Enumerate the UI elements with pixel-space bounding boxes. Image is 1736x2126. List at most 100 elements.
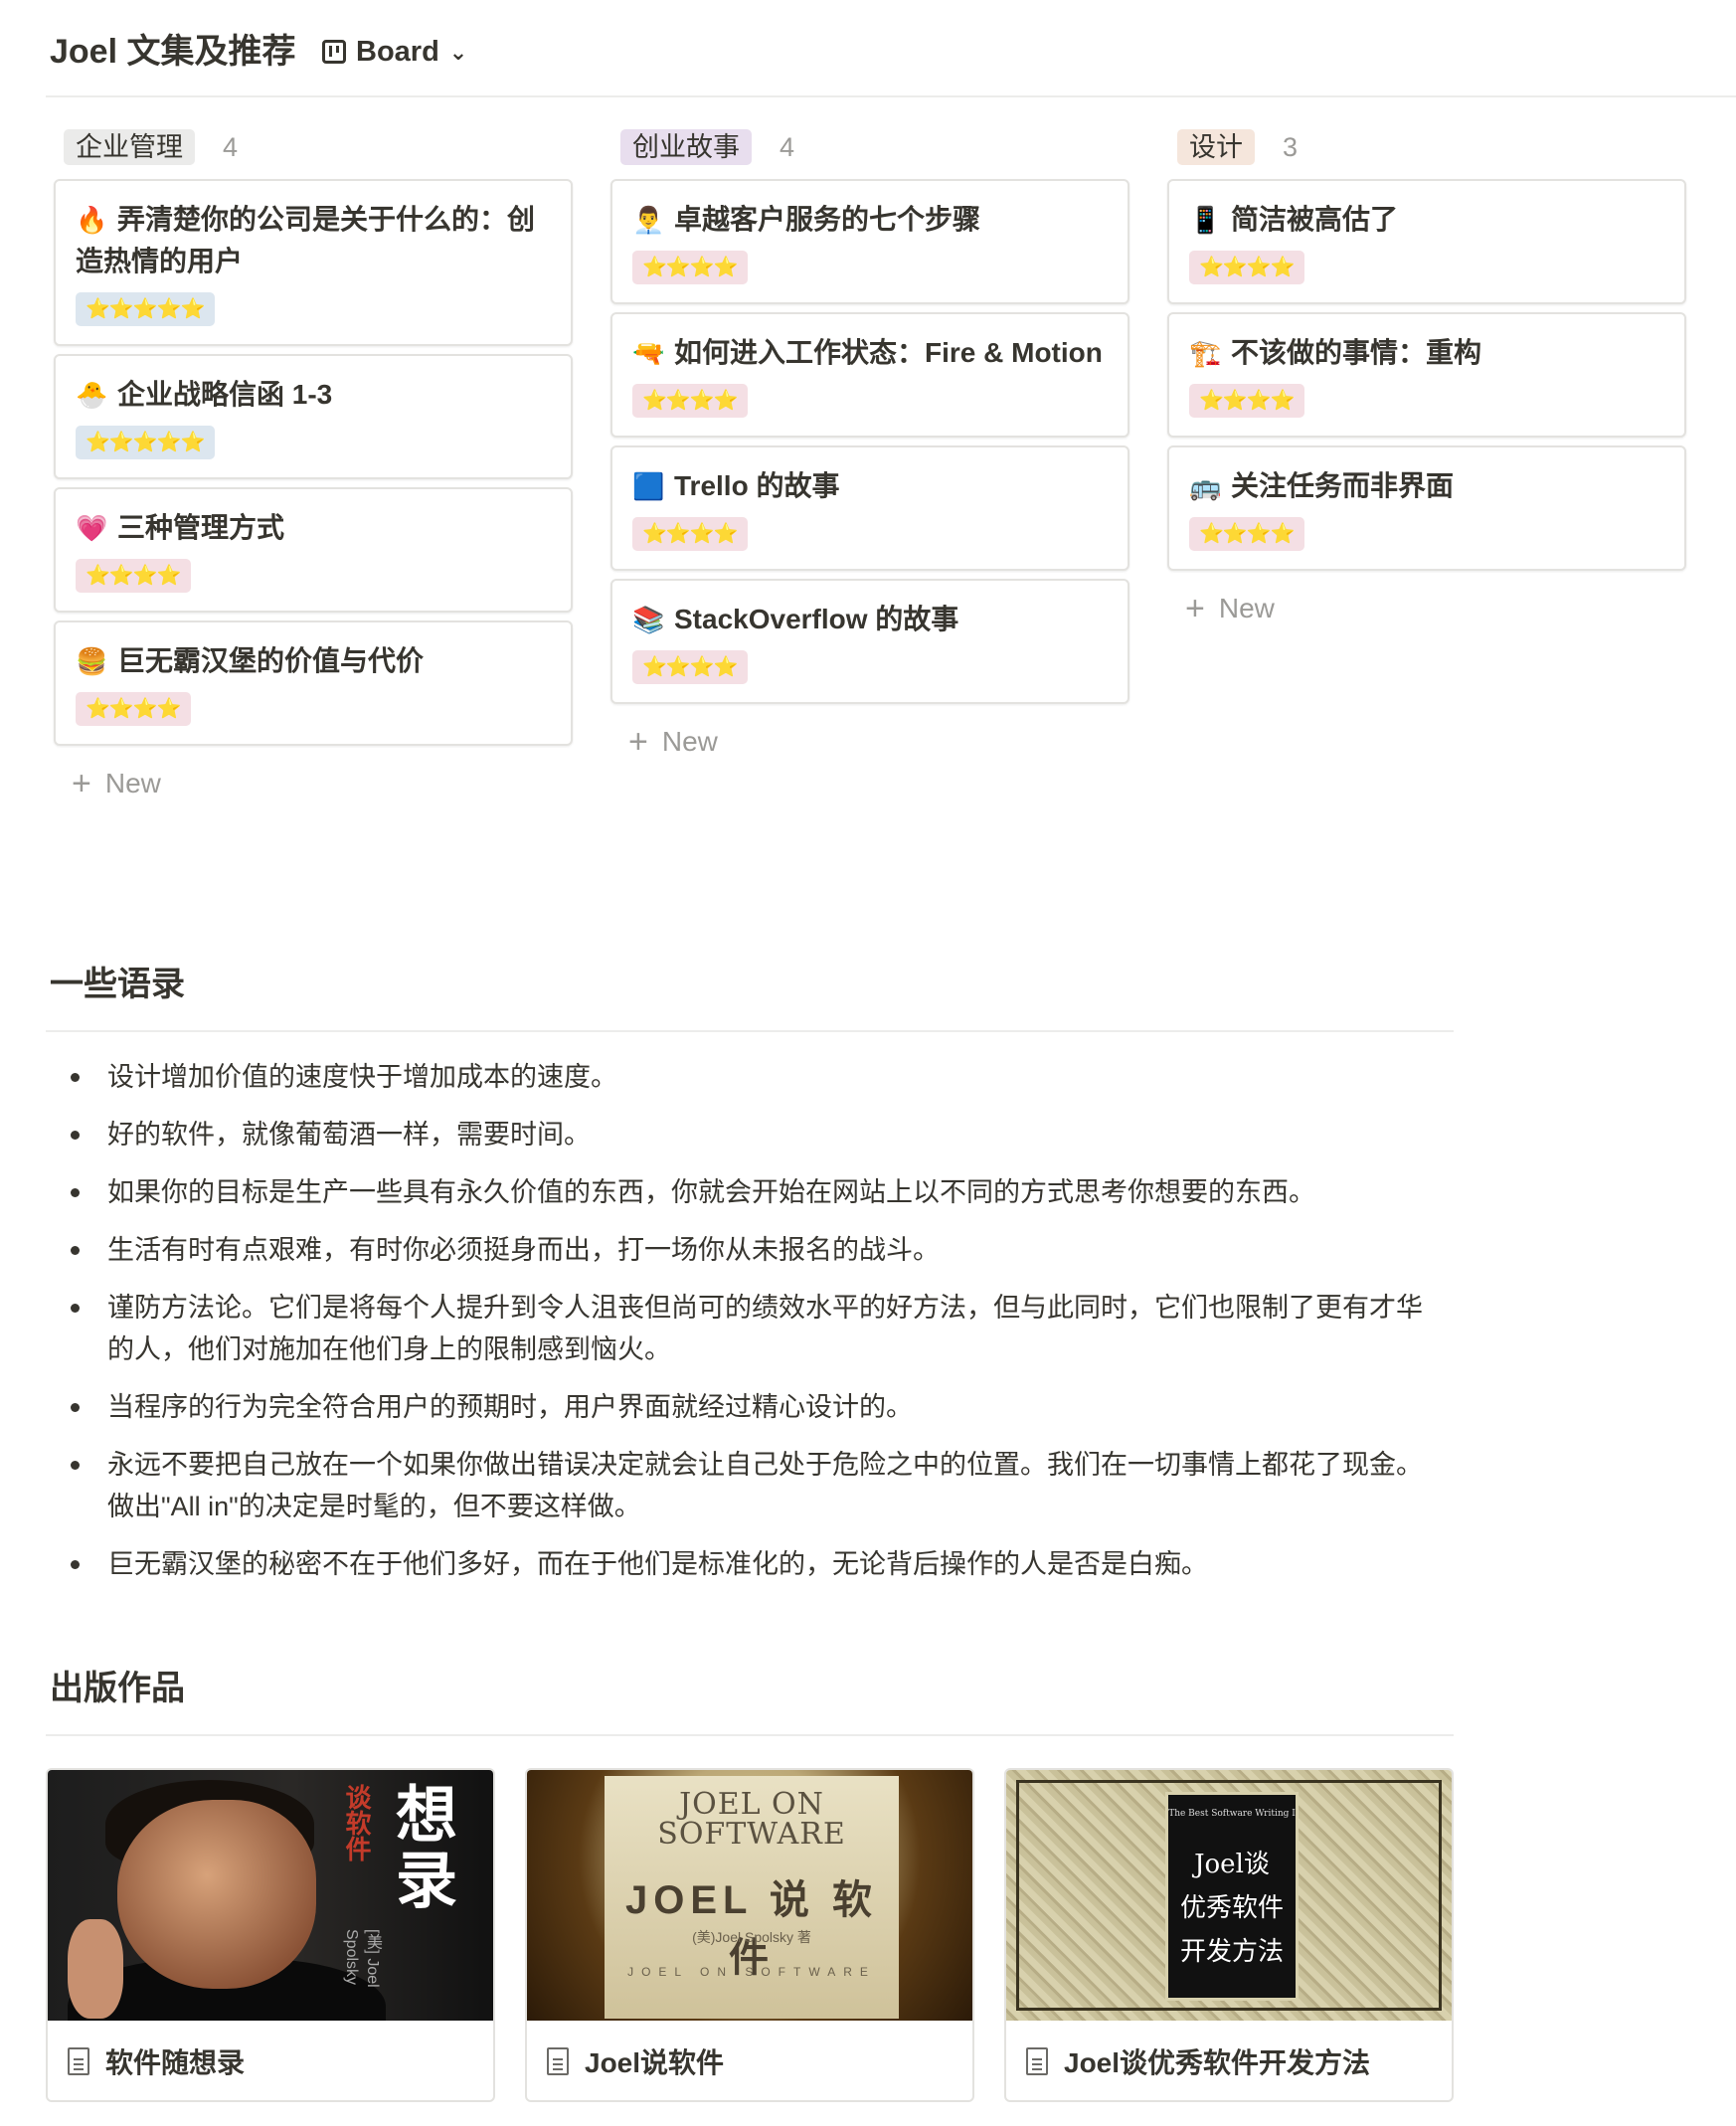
board-card[interactable]: 🐣 企业战略信函 1-3 ⭐⭐⭐⭐⭐: [54, 354, 573, 479]
cover-line-3: 开发方法: [1179, 1937, 1284, 1967]
page-emoji-icon: 🔥: [76, 205, 108, 235]
gallery-card-book-1[interactable]: 想录 谈软件 [美] Joel Spolsky 软件随想录: [46, 1768, 495, 2102]
database-title[interactable]: Joel 文集及推荐: [50, 28, 295, 76]
view-switcher[interactable]: Board ⌄: [322, 30, 467, 74]
page-emoji-icon: 💗: [76, 513, 108, 543]
cover-line-1: Joel谈: [1194, 1850, 1270, 1879]
board-column: 设计 3 📱 简洁被高估了 ⭐⭐⭐⭐ 🏗️ 不该做的事情：重构 ⭐⭐⭐⭐ 🚌 关注任务而非界面 ⭐⭐…: [1167, 127, 1688, 632]
cover-author-text: (美)Joel Spolsky 著: [692, 1929, 811, 1945]
quote-item: 永远不要把自己放在一个如果你做出错误决定就会让自己处于危险之中的位置。我们在一切…: [56, 1444, 1448, 1527]
board-card[interactable]: 📱 简洁被高估了 ⭐⭐⭐⭐: [1167, 179, 1686, 304]
card-title: 💗 三种管理方式: [76, 507, 551, 549]
page-emoji-icon: 🏗️: [1189, 338, 1222, 368]
cover-footer-text: JOEL ON SOFTWARE: [627, 1965, 876, 1979]
page-emoji-icon: 🔫: [632, 338, 665, 368]
quote-item: 设计增加价值的速度快于增加成本的速度。: [56, 1056, 1448, 1098]
board-card[interactable]: 🏗️ 不该做的事情：重构 ⭐⭐⭐⭐: [1167, 312, 1686, 438]
board-column: 创业故事 4 👨‍💼 卓越客户服务的七个步骤 ⭐⭐⭐⭐ 🔫 如何进入工作状态：Fire & …: [610, 127, 1131, 766]
card-title: 🍔 巨无霸汉堡的价值与代价: [76, 640, 551, 682]
page-emoji-icon: 🚌: [1189, 471, 1222, 501]
book-cover-image: The Best Software Writing I Joel谈 优秀软件 开…: [1006, 1770, 1452, 2021]
board-card[interactable]: 💗 三种管理方式 ⭐⭐⭐⭐: [54, 487, 573, 613]
board-card[interactable]: 🍔 巨无霸汉堡的价值与代价 ⭐⭐⭐⭐: [54, 620, 573, 746]
rating-tag: ⭐⭐⭐⭐: [76, 692, 191, 726]
new-card-label: New: [104, 768, 161, 798]
cover-title-en: JOEL ON SOFTWARE: [657, 1787, 846, 1852]
card-title-text: 如何进入工作状态：Fire & Motion: [674, 337, 1103, 368]
group-label: 企业管理: [64, 129, 195, 165]
plus-icon: +: [1185, 590, 1205, 627]
rating-tag: ⭐⭐⭐⭐: [632, 650, 748, 684]
new-card-button[interactable]: + New: [1167, 585, 1688, 632]
cover-author-text: [美] Joel Spolsky: [343, 1929, 381, 1988]
new-card-label: New: [1218, 593, 1275, 623]
section-heading-quotes: 一些语录: [50, 966, 185, 1003]
board-card[interactable]: 🟦 Trello 的故事 ⭐⭐⭐⭐: [610, 445, 1129, 571]
rating-tag: ⭐⭐⭐⭐: [632, 384, 748, 418]
card-title: 🚌 关注任务而非界面: [1189, 465, 1664, 507]
card-title-text: 三种管理方式: [117, 512, 285, 543]
page-emoji-icon: 🐣: [76, 380, 108, 410]
page-emoji-icon: 🟦: [632, 471, 665, 501]
card-title-text: 企业战略信函 1-3: [117, 379, 333, 410]
section-divider: [46, 1734, 1454, 1736]
section-heading-publications: 出版作品: [50, 1670, 185, 1707]
rating-tag: ⭐⭐⭐⭐: [1189, 517, 1304, 551]
rating-tag: ⭐⭐⭐⭐: [1189, 251, 1304, 284]
card-title: 🐣 企业战略信函 1-3: [76, 374, 551, 416]
card-title-text: 弄清楚你的公司是关于什么的：创造热情的用户: [76, 204, 536, 276]
rating-tag: ⭐⭐⭐⭐⭐: [76, 426, 215, 459]
card-title: 🟦 Trello 的故事: [632, 465, 1108, 507]
rating-tag: ⭐⭐⭐⭐: [76, 559, 191, 593]
group-count: 4: [223, 131, 239, 162]
plus-icon: +: [628, 723, 648, 761]
cover-line-2: 优秀软件: [1179, 1893, 1284, 1923]
plus-icon: +: [72, 765, 91, 802]
rating-tag: ⭐⭐⭐⭐: [632, 251, 748, 284]
view-label: Board: [356, 35, 439, 68]
column-header[interactable]: 创业故事 4: [610, 127, 1131, 167]
column-header[interactable]: 企业管理 4: [54, 127, 575, 167]
card-title: 🏗️ 不该做的事情：重构: [1189, 332, 1664, 374]
gallery-card-title: Joel说软件: [585, 2047, 725, 2078]
new-card-button[interactable]: + New: [610, 718, 1131, 766]
gallery-card-book-3[interactable]: The Best Software Writing I Joel谈 优秀软件 开…: [1004, 1768, 1454, 2102]
board-card[interactable]: 👨‍💼 卓越客户服务的七个步骤 ⭐⭐⭐⭐: [610, 179, 1129, 304]
document-icon: [547, 2047, 569, 2075]
book-cover-image: 想录 谈软件 [美] Joel Spolsky: [48, 1770, 493, 2021]
page-emoji-icon: 🍔: [76, 646, 108, 676]
group-count: 3: [1283, 131, 1299, 162]
group-label: 设计: [1177, 129, 1255, 165]
book-cover-image: JOEL ON SOFTWARE JOEL 说 软 件 (美)Joel Spol…: [527, 1770, 972, 2021]
quote-item: 当程序的行为完全符合用户的预期时，用户界面就经过精心设计的。: [56, 1386, 1448, 1428]
section-divider: [46, 1030, 1454, 1032]
board-card[interactable]: 🚌 关注任务而非界面 ⭐⭐⭐⭐: [1167, 445, 1686, 571]
new-card-label: New: [661, 726, 718, 757]
board-card[interactable]: 🔥 弄清楚你的公司是关于什么的：创造热情的用户 ⭐⭐⭐⭐⭐: [54, 179, 573, 346]
card-title: 📚 StackOverflow 的故事: [632, 599, 1108, 640]
page-emoji-icon: 📱: [1189, 205, 1222, 235]
document-icon: [1026, 2047, 1048, 2075]
group-count: 4: [780, 131, 795, 162]
card-title: 👨‍💼 卓越客户服务的七个步骤: [632, 199, 1108, 241]
quote-item: 谨防方法论。它们是将每个人提升到令人沮丧但尚可的绩效水平的好方法，但与此同时，它…: [56, 1287, 1448, 1370]
board-card[interactable]: 🔫 如何进入工作状态：Fire & Motion ⭐⭐⭐⭐: [610, 312, 1129, 438]
card-title-text: 简洁被高估了: [1231, 204, 1399, 235]
rating-tag: ⭐⭐⭐⭐: [1189, 384, 1304, 418]
quote-item: 巨无霸汉堡的秘密不在于他们多好，而在于他们是标准化的，无论背后操作的人是否是白痴…: [56, 1543, 1448, 1585]
cover-title-text: 想录: [385, 1782, 457, 1913]
quote-item: 如果你的目标是生产一些具有永久价值的东西，你就会开始在网站上以不同的方式思考你想…: [56, 1171, 1448, 1213]
card-title-text: 关注任务而非界面: [1231, 470, 1455, 501]
group-label: 创业故事: [620, 129, 752, 165]
quote-list: 设计增加价值的速度快于增加成本的速度。 好的软件，就像葡萄酒一样，需要时间。 如果你…: [56, 1056, 1448, 1601]
card-title: 📱 简洁被高估了: [1189, 199, 1664, 241]
cover-series-text: The Best Software Writing I: [1168, 1809, 1296, 1819]
chevron-down-icon: ⌄: [448, 40, 468, 65]
rating-tag: ⭐⭐⭐⭐: [632, 517, 748, 551]
gallery-card-title: Joel谈优秀软件开发方法: [1064, 2047, 1371, 2078]
gallery-card-book-2[interactable]: JOEL ON SOFTWARE JOEL 说 软 件 (美)Joel Spol…: [525, 1768, 974, 2102]
board-card[interactable]: 📚 StackOverflow 的故事 ⭐⭐⭐⭐: [610, 579, 1129, 704]
card-title-text: 巨无霸汉堡的价值与代价: [117, 645, 425, 676]
new-card-button[interactable]: + New: [54, 760, 575, 807]
column-header[interactable]: 设计 3: [1167, 127, 1688, 167]
